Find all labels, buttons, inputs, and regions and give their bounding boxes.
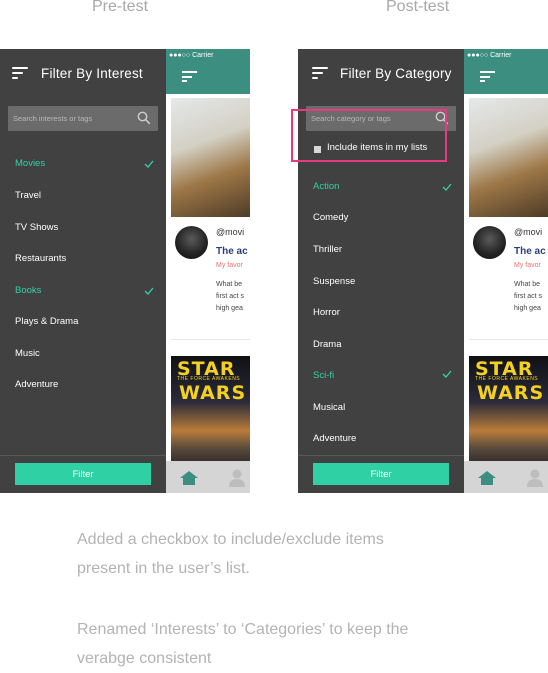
desc-line: first act s bbox=[514, 293, 543, 300]
menu-item-horror[interactable]: Horror bbox=[313, 307, 340, 318]
app-header: ●●●○○ Carrier bbox=[464, 49, 548, 94]
app-header: ●●●○○ Carrier bbox=[166, 49, 250, 94]
desc-line: What be bbox=[216, 281, 243, 288]
note-line: present in the user’s list. bbox=[77, 560, 250, 577]
menu-item-travel[interactable]: Travel bbox=[15, 190, 41, 201]
card-subtitle: My favor bbox=[216, 262, 243, 269]
divider bbox=[171, 339, 250, 340]
menu-item-movies[interactable]: Movies bbox=[15, 158, 45, 169]
desc-line: high gea bbox=[514, 305, 541, 312]
post-test-label: Post-test bbox=[386, 0, 450, 15]
home-icon[interactable] bbox=[478, 471, 496, 485]
card-description: What be first act s high gea bbox=[216, 279, 244, 315]
user-handle[interactable]: @movi bbox=[514, 227, 542, 237]
menu-item-books[interactable]: Books bbox=[15, 285, 41, 296]
carrier-status: ●●●○○ Carrier bbox=[467, 52, 512, 59]
check-icon bbox=[442, 183, 452, 191]
card-description: What be first act s high gea bbox=[514, 279, 542, 315]
drawer-header: Filter By Interest bbox=[0, 49, 166, 100]
movie-poster[interactable]: T bbox=[171, 98, 250, 217]
menu-item-music[interactable]: Music bbox=[15, 348, 40, 359]
filter-button[interactable]: Filter bbox=[313, 463, 449, 485]
app-behind-drawer: ●●●○○ Carrier T @movi The ac My favor Wh… bbox=[166, 49, 250, 493]
home-icon[interactable] bbox=[180, 471, 198, 485]
menu-item-sci-fi[interactable]: Sci-fi bbox=[313, 370, 334, 381]
movie-poster[interactable]: STAR THE FORCE AWAKENS WARS bbox=[171, 356, 250, 471]
divider bbox=[0, 455, 166, 456]
drawer-title: Filter By Category bbox=[340, 66, 452, 81]
highlight-box bbox=[291, 109, 447, 162]
search-input[interactable]: Search interests or tags bbox=[8, 106, 158, 131]
filter-icon[interactable] bbox=[182, 71, 197, 83]
menu-item-adventure[interactable]: Adventure bbox=[15, 379, 58, 390]
card-title[interactable]: The ac bbox=[216, 246, 248, 257]
card-title[interactable]: The ac bbox=[514, 246, 546, 257]
menu-item-plays-drama[interactable]: Plays & Drama bbox=[15, 316, 78, 327]
menu-item-tv-shows[interactable]: TV Shows bbox=[15, 222, 58, 233]
pre-test-label: Pre-test bbox=[92, 0, 149, 15]
check-icon bbox=[144, 287, 154, 295]
divider bbox=[298, 455, 464, 456]
note-line: Added a checkbox to include/exclude item… bbox=[77, 531, 384, 548]
tab-bar bbox=[464, 461, 548, 493]
desc-line: What be bbox=[514, 281, 541, 288]
poster-title-bottom: WARS bbox=[477, 382, 545, 404]
menu-item-thriller[interactable]: Thriller bbox=[313, 244, 342, 255]
filter-drawer: Filter By Interest Search interests or t… bbox=[0, 49, 166, 493]
desc-line: first act s bbox=[216, 293, 245, 300]
carrier-status: ●●●○○ Carrier bbox=[169, 52, 214, 59]
menu-item-action[interactable]: Action bbox=[313, 181, 339, 192]
menu-item-restaurants[interactable]: Restaurants bbox=[15, 253, 66, 264]
person-icon[interactable] bbox=[229, 469, 245, 487]
divider bbox=[469, 339, 548, 340]
search-icon[interactable] bbox=[137, 111, 151, 125]
poster-title-bottom: WARS bbox=[179, 382, 247, 404]
filter-icon[interactable] bbox=[312, 67, 328, 81]
avatar[interactable] bbox=[473, 226, 506, 259]
check-icon bbox=[144, 160, 154, 168]
movie-poster[interactable]: STAR THE FORCE AWAKENS WARS bbox=[469, 356, 548, 471]
user-handle[interactable]: @movi bbox=[216, 227, 244, 237]
menu-item-drama[interactable]: Drama bbox=[313, 339, 342, 350]
menu-item-comedy[interactable]: Comedy bbox=[313, 212, 348, 223]
movie-poster[interactable]: T bbox=[469, 98, 548, 217]
search-placeholder: Search interests or tags bbox=[13, 114, 93, 123]
pre-test-phone: Filter By Interest Search interests or t… bbox=[0, 49, 250, 493]
note-rename: Renamed ‘Interests’ to ‘Categories’ to k… bbox=[77, 615, 408, 673]
desc-line: high gea bbox=[216, 305, 243, 312]
note-checkbox: Added a checkbox to include/exclude item… bbox=[77, 525, 384, 583]
app-behind-drawer: ●●●○○ Carrier T @movi The ac My favor Wh… bbox=[464, 49, 548, 493]
tab-bar bbox=[166, 461, 250, 493]
card-subtitle: My favor bbox=[514, 262, 541, 269]
menu-item-suspense[interactable]: Suspense bbox=[313, 276, 355, 287]
drawer-title: Filter By Interest bbox=[41, 66, 143, 81]
filter-button[interactable]: Filter bbox=[15, 463, 151, 485]
note-line: Renamed ‘Interests’ to ‘Categories’ to k… bbox=[77, 621, 409, 638]
check-icon bbox=[442, 370, 452, 378]
person-icon[interactable] bbox=[527, 469, 543, 487]
drawer-header: Filter By Category bbox=[298, 49, 464, 100]
menu-item-musical[interactable]: Musical bbox=[313, 402, 345, 413]
filter-icon[interactable] bbox=[12, 67, 28, 81]
avatar[interactable] bbox=[175, 226, 208, 259]
filter-icon[interactable] bbox=[480, 71, 495, 83]
menu-item-adventure[interactable]: Adventure bbox=[313, 433, 356, 444]
